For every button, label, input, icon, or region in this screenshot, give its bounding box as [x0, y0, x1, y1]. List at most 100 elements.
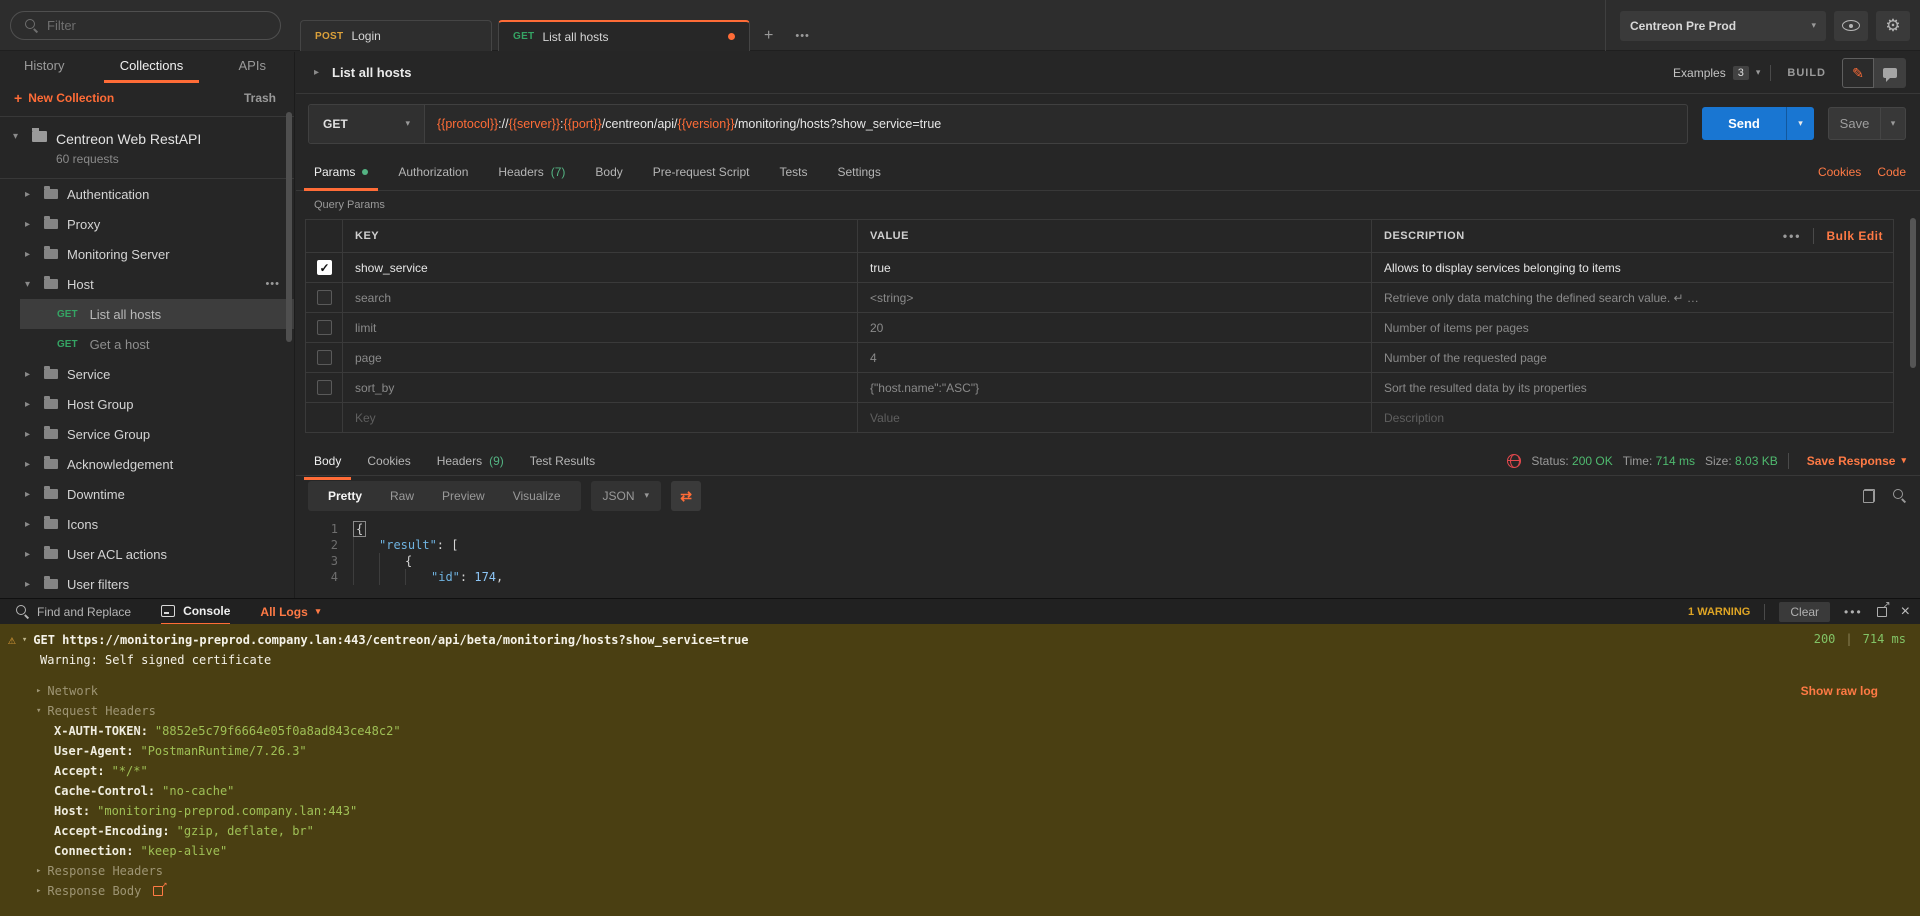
find-and-replace-button[interactable]: Find and Replace: [16, 599, 131, 625]
tab-headers[interactable]: Headers(7): [498, 153, 565, 191]
chevron-right-icon[interactable]: ▸: [36, 866, 41, 876]
tab-settings[interactable]: Settings: [838, 153, 881, 191]
comments-button[interactable]: [1874, 58, 1906, 88]
tab-authorization[interactable]: Authorization: [398, 153, 468, 191]
close-console-icon[interactable]: ×: [1901, 604, 1910, 620]
chevron-right-icon[interactable]: [25, 219, 35, 230]
param-key[interactable]: sort_by: [342, 373, 857, 402]
chevron-right-icon[interactable]: ▸: [36, 686, 41, 696]
folder-options-button[interactable]: •••: [265, 278, 280, 290]
external-link-icon[interactable]: [153, 886, 163, 896]
param-description-placeholder[interactable]: Description: [1371, 403, 1893, 432]
tab-response-headers[interactable]: Headers(9): [437, 442, 504, 480]
folder-acknowledgement[interactable]: Acknowledgement: [0, 449, 294, 479]
tab-response-cookies[interactable]: Cookies: [367, 442, 410, 480]
wrap-lines-button[interactable]: ⇄: [671, 481, 701, 511]
chevron-right-icon[interactable]: ▸: [36, 886, 41, 896]
param-description[interactable]: Allows to display services belonging to …: [1371, 253, 1893, 282]
settings-button[interactable]: ⚙: [1876, 11, 1910, 41]
folder-host-group[interactable]: Host Group: [0, 389, 294, 419]
param-key[interactable]: limit: [342, 313, 857, 342]
save-button[interactable]: Save: [1829, 108, 1881, 139]
environment-selector[interactable]: Centreon Pre Prod: [1620, 11, 1826, 41]
cookies-link[interactable]: Cookies: [1818, 165, 1861, 179]
trash-button[interactable]: Trash: [244, 91, 276, 105]
folder-service-group[interactable]: Service Group: [0, 419, 294, 449]
view-preview[interactable]: Preview: [428, 489, 499, 503]
clear-console-button[interactable]: Clear: [1779, 602, 1830, 622]
checkbox-unchecked[interactable]: [317, 290, 332, 305]
console-request-entry[interactable]: ⚠ ▾ GET https://monitoring-preprod.compa…: [0, 630, 1920, 650]
tab-tests[interactable]: Tests: [779, 153, 807, 191]
sidebar-scrollbar[interactable]: [286, 112, 292, 342]
copy-icon[interactable]: [1863, 489, 1875, 503]
param-key[interactable]: page: [342, 343, 857, 372]
param-key[interactable]: show_service: [342, 253, 857, 282]
console-tab[interactable]: Console: [161, 599, 230, 625]
chevron-right-icon[interactable]: [25, 399, 35, 410]
request-get-a-host[interactable]: GET Get a host: [20, 329, 294, 359]
param-key-placeholder[interactable]: Key: [342, 403, 857, 432]
tab-test-results[interactable]: Test Results: [530, 442, 595, 480]
checkbox-unchecked[interactable]: [317, 380, 332, 395]
save-options-button[interactable]: [1881, 108, 1905, 139]
param-value-placeholder[interactable]: Value: [857, 403, 1371, 432]
collection-root[interactable]: Centreon Web RestAPI 60 requests: [0, 117, 294, 179]
param-value[interactable]: 4: [857, 343, 1371, 372]
collapse-icon[interactable]: [13, 131, 23, 166]
tab-pre-request-script[interactable]: Pre-request Script: [653, 153, 750, 191]
checkbox-checked[interactable]: [317, 260, 332, 275]
param-row-placeholder[interactable]: Key Value Description: [306, 402, 1893, 432]
view-pretty[interactable]: Pretty: [314, 489, 376, 503]
chevron-right-icon[interactable]: [25, 519, 35, 530]
param-description[interactable]: Number of the requested page: [1371, 343, 1893, 372]
chevron-right-icon[interactable]: [25, 429, 35, 440]
search-response-icon[interactable]: [1893, 489, 1906, 502]
param-row-search[interactable]: search <string> Retrieve only data match…: [306, 282, 1893, 312]
console-section-network[interactable]: ▸ Network: [0, 681, 1920, 701]
tab-history[interactable]: History: [24, 58, 64, 80]
chevron-right-icon[interactable]: [25, 369, 35, 380]
chevron-right-icon[interactable]: [25, 489, 35, 500]
filter-input[interactable]: [47, 18, 247, 33]
console-section-request-headers[interactable]: ▾ Request Headers: [0, 701, 1920, 721]
param-row-show-service[interactable]: show_service true Allows to display serv…: [306, 252, 1893, 282]
tab-body[interactable]: Body: [595, 153, 622, 191]
new-collection-button[interactable]: +New Collection: [14, 90, 114, 106]
url-input[interactable]: {{protocol}}://{{server}}:{{port}}/centr…: [425, 105, 941, 143]
chevron-down-icon[interactable]: ▾: [36, 706, 41, 716]
tab-response-body[interactable]: Body: [314, 442, 341, 480]
tab-apis[interactable]: APIs: [239, 58, 266, 80]
edit-mode-button[interactable]: ✎: [1842, 58, 1874, 88]
request-list-all-hosts[interactable]: GET List all hosts: [20, 299, 294, 329]
table-scrollbar[interactable]: [1910, 218, 1916, 368]
sidebar-filter[interactable]: [10, 11, 281, 40]
chevron-right-icon[interactable]: [25, 249, 35, 260]
console-section-response-headers[interactable]: ▸ Response Headers: [0, 861, 1920, 881]
response-body-viewer[interactable]: 1 { 2 "result" : [ 3 { 4 "id" : 174 ,: [296, 515, 1920, 598]
param-row-page[interactable]: page 4 Number of the requested page: [306, 342, 1893, 372]
param-key[interactable]: search: [342, 283, 857, 312]
folder-monitoring-server[interactable]: Monitoring Server: [0, 239, 294, 269]
chevron-right-icon[interactable]: [25, 459, 35, 470]
method-selector[interactable]: GET: [309, 105, 425, 143]
network-warning-icon[interactable]: [1507, 454, 1521, 468]
tab-options-button[interactable]: •••: [787, 30, 818, 42]
chevron-right-icon[interactable]: [25, 189, 35, 200]
folder-service[interactable]: Service: [0, 359, 294, 389]
checkbox-unchecked[interactable]: [317, 320, 332, 335]
folder-user-filters[interactable]: User filters: [0, 569, 294, 599]
param-description[interactable]: Number of items per pages: [1371, 313, 1893, 342]
param-description[interactable]: Retrieve only data matching the defined …: [1371, 283, 1893, 312]
chevron-right-icon[interactable]: [314, 67, 324, 78]
param-row-limit[interactable]: limit 20 Number of items per pages: [306, 312, 1893, 342]
chevron-right-icon[interactable]: [25, 579, 35, 590]
request-tab-login[interactable]: POST Login: [300, 20, 492, 51]
environment-quick-look-button[interactable]: [1834, 11, 1868, 41]
tab-collections[interactable]: Collections: [104, 58, 200, 83]
folder-icons[interactable]: Icons: [0, 509, 294, 539]
format-selector[interactable]: JSON: [591, 481, 662, 511]
code-link[interactable]: Code: [1877, 165, 1906, 179]
param-value[interactable]: 20: [857, 313, 1371, 342]
log-filter-dropdown[interactable]: All Logs: [260, 599, 320, 625]
